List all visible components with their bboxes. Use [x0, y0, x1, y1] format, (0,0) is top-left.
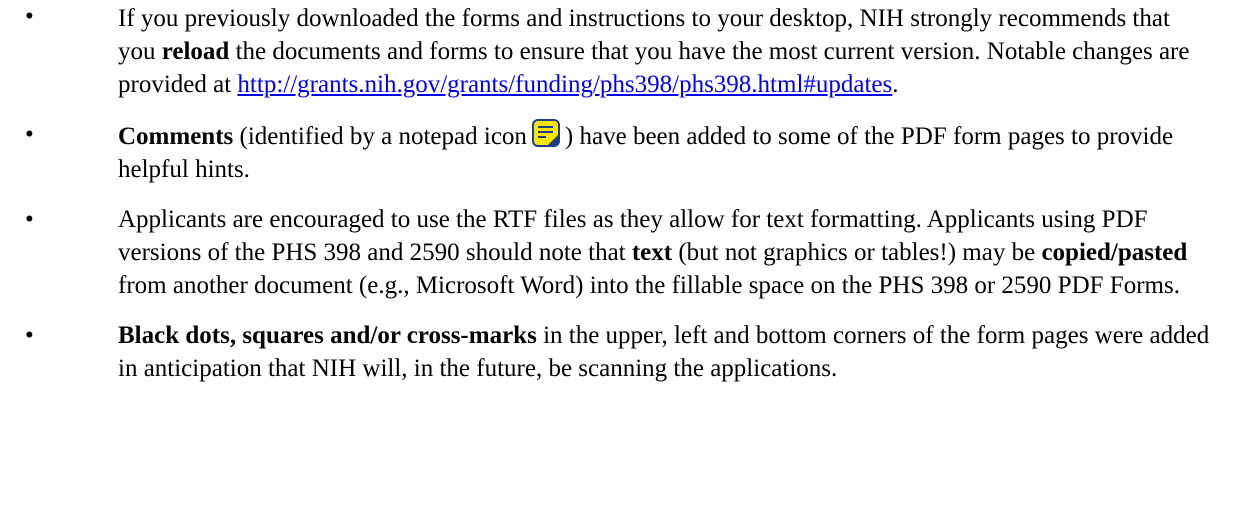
item-text: from another document (e.g., Microsoft W… — [118, 272, 1180, 299]
bullet-dot: • — [25, 3, 34, 30]
list-item: • Applicants are encouraged to use the R… — [0, 203, 1251, 302]
item-bold: text — [631, 239, 673, 266]
list-item: • Black dots, squares and/or cross-marks… — [0, 319, 1251, 385]
item-bold: Black dots, squares and/or cross-marks — [118, 322, 537, 349]
bullet-dot: • — [25, 206, 34, 233]
bullet-list: • If you previously downloaded the forms… — [0, 0, 1251, 385]
item-bold: copied/pasted — [1041, 239, 1188, 266]
item-bold: Comments — [118, 123, 234, 150]
notepad-icon — [531, 118, 561, 148]
item-bold: reload — [161, 38, 230, 65]
item-text: (identified by a notepad icon — [233, 123, 527, 150]
bullet-dot: • — [25, 121, 34, 148]
list-item: • If you previously downloaded the forms… — [0, 0, 1251, 101]
item-text: . — [892, 71, 899, 98]
bullet-dot: • — [25, 322, 34, 349]
updates-link[interactable]: http://grants.nih.gov/grants/funding/phs… — [237, 71, 892, 98]
item-text: (but not graphics or tables!) may be — [672, 239, 1042, 266]
list-item: • Comments (identified by a notepad icon… — [0, 118, 1251, 186]
